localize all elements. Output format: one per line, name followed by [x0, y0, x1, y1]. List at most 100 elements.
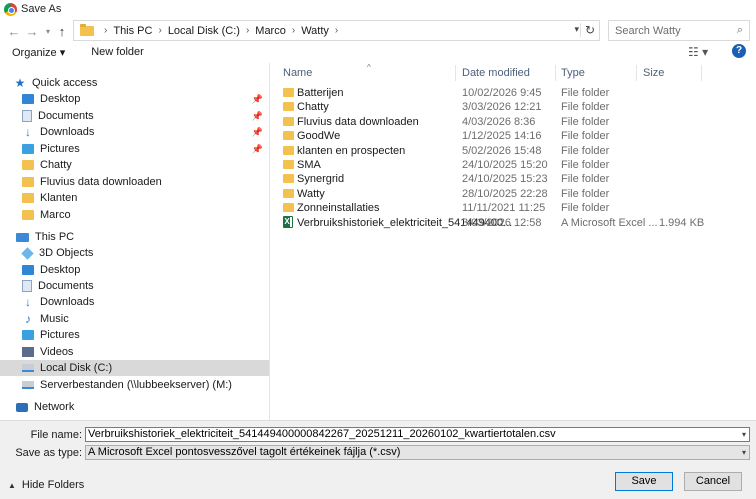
nav-item-pc-pictures[interactable]: Pictures: [0, 327, 269, 343]
column-divider[interactable]: [701, 65, 702, 81]
nav-item-3d-objects[interactable]: 3D Objects: [0, 245, 269, 261]
window-title: Save As: [21, 3, 62, 15]
navigation-pane: ★ Quick access Desktop 📌 Documents 📌 ↓ D…: [0, 63, 270, 420]
breadcrumb-this-pc[interactable]: This PC: [113, 25, 152, 37]
search-placeholder: Search Watty: [615, 24, 681, 37]
table-row[interactable]: GoodWe 1/12/2025 14:16 File folder: [271, 128, 756, 143]
table-row[interactable]: Batterijen 10/02/2026 9:45 File folder: [271, 85, 756, 100]
nav-quick-access[interactable]: ★ Quick access: [0, 75, 269, 91]
file-name-label: File name:: [30, 429, 82, 441]
nav-item-klanten[interactable]: Klanten: [0, 190, 269, 206]
column-header-size[interactable]: Size: [643, 67, 664, 79]
caret-up-icon: ▲: [8, 480, 16, 490]
nav-item-chatty[interactable]: Chatty: [0, 157, 269, 173]
cancel-button[interactable]: Cancel: [684, 472, 742, 491]
table-row[interactable]: Chatty 3/03/2026 12:21 File folder: [271, 99, 756, 114]
excel-file-icon: [283, 216, 293, 228]
search-input[interactable]: Search Watty ⌕: [608, 20, 750, 41]
folder-icon: [283, 88, 294, 97]
column-header-type[interactable]: Type: [561, 67, 585, 79]
table-row[interactable]: SMA 24/10/2025 15:20 File folder: [271, 157, 756, 172]
3d-objects-icon: [21, 246, 34, 260]
folder-icon: [283, 189, 294, 198]
address-bar[interactable]: › This PC › Local Disk (C:) › Marco › Wa…: [73, 20, 600, 41]
folder-icon: [80, 23, 94, 36]
folder-icon: [22, 193, 34, 203]
breadcrumb-watty[interactable]: Watty: [301, 25, 329, 37]
up-button[interactable]: ↑: [52, 21, 72, 41]
download-icon: ↓: [25, 295, 31, 309]
refresh-icon[interactable]: ↻: [579, 23, 595, 37]
chevron-down-icon[interactable]: ▾: [742, 428, 746, 441]
pin-icon: 📌: [251, 143, 263, 154]
title-bar: Save As: [0, 0, 756, 18]
nav-item-desktop[interactable]: Desktop 📌: [0, 91, 269, 107]
folder-icon: [22, 210, 34, 220]
folder-icon: [283, 160, 294, 169]
view-options-icon[interactable]: ☷ ▾: [688, 45, 708, 59]
hide-folders-button[interactable]: ▲ Hide Folders: [8, 479, 84, 491]
nav-item-documents[interactable]: Documents 📌: [0, 108, 269, 124]
new-folder-button[interactable]: New folder: [91, 46, 144, 58]
nav-item-marco[interactable]: Marco: [0, 207, 269, 223]
nav-item-pc-downloads[interactable]: ↓ Downloads: [0, 294, 269, 310]
save-as-type-label: Save as type:: [15, 447, 82, 459]
videos-icon: [22, 347, 34, 357]
star-icon: ★: [14, 76, 26, 90]
column-header-name[interactable]: Name: [283, 67, 312, 79]
sort-ascending-icon: ^: [367, 63, 371, 72]
folder-icon: [283, 102, 294, 111]
address-row: ← → ▾ ↑ › This PC › Local Disk (C:) › Ma…: [0, 20, 756, 42]
nav-item-videos[interactable]: Videos: [0, 344, 269, 360]
computer-icon: [16, 232, 29, 242]
table-row[interactable]: klanten en prospecten 5/02/2026 15:48 Fi…: [271, 143, 756, 158]
column-header-date[interactable]: Date modified: [462, 67, 530, 79]
nav-item-downloads[interactable]: ↓ Downloads 📌: [0, 124, 269, 140]
chevron-down-icon: ▾: [741, 448, 746, 457]
save-as-type-select[interactable]: A Microsoft Excel pontosvesszővel tagolt…: [85, 445, 750, 460]
table-row[interactable]: Watty 28/10/2025 22:28 File folder: [271, 186, 756, 201]
back-button[interactable]: ←: [4, 21, 24, 41]
folder-icon: [22, 160, 34, 170]
nav-this-pc[interactable]: This PC: [0, 229, 269, 245]
breadcrumb-marco[interactable]: Marco: [255, 25, 286, 37]
column-divider[interactable]: [636, 65, 637, 81]
pin-icon: 📌: [251, 110, 263, 121]
folder-icon: [283, 203, 294, 212]
pin-icon: 📌: [251, 126, 263, 137]
nav-item-local-disk[interactable]: Local Disk (C:): [0, 360, 269, 376]
folder-icon: [283, 174, 294, 183]
organize-button[interactable]: Organize ▾: [12, 46, 65, 59]
folder-icon: [283, 117, 294, 126]
column-divider[interactable]: [555, 65, 556, 81]
chevron-right-icon[interactable]: ›: [292, 25, 295, 36]
chevron-right-icon[interactable]: ›: [246, 25, 249, 36]
nav-network[interactable]: Network: [0, 399, 269, 415]
nav-item-fluvius[interactable]: Fluvius data downloaden: [0, 174, 269, 190]
nav-item-pc-documents[interactable]: Documents: [0, 278, 269, 294]
chevron-right-icon[interactable]: ›: [335, 25, 338, 36]
breadcrumb-local-disk[interactable]: Local Disk (C:): [168, 25, 240, 37]
table-row[interactable]: Synergrid 24/10/2025 15:23 File folder: [271, 171, 756, 186]
nav-item-pc-desktop[interactable]: Desktop: [0, 262, 269, 278]
network-drive-icon: [22, 381, 34, 389]
nav-item-serverbestanden[interactable]: Serverbestanden (\\lubbeekserver) (M:): [0, 377, 269, 393]
file-name-field[interactable]: Verbruikshistoriek_elektriciteit_5414494…: [85, 427, 750, 442]
nav-item-music[interactable]: ♪ Music: [0, 311, 269, 327]
command-bar: Organize ▾ New folder ☷ ▾ ?: [0, 42, 756, 62]
folder-icon: [283, 131, 294, 140]
save-panel: File name: Verbruikshistoriek_elektricit…: [0, 420, 756, 499]
help-icon[interactable]: ?: [732, 44, 746, 58]
table-row[interactable]: Fluvius data downloaden 4/03/2026 8:36 F…: [271, 114, 756, 129]
column-divider[interactable]: [455, 65, 456, 81]
save-button[interactable]: Save: [615, 472, 673, 491]
nav-item-pictures[interactable]: Pictures 📌: [0, 141, 269, 157]
pictures-icon: [22, 330, 34, 340]
address-dropdown-icon[interactable]: ▾: [574, 24, 579, 35]
table-row[interactable]: Zonneinstallaties 11/11/2021 11:25 File …: [271, 200, 756, 215]
desktop-icon: [22, 94, 34, 104]
folder-icon: [22, 177, 34, 187]
save-as-dialog: Save As ← → ▾ ↑ › This PC › Local Disk (…: [0, 0, 756, 499]
table-row[interactable]: Verbruikshistoriek_elektriciteit_5414494…: [271, 215, 756, 230]
chevron-right-icon[interactable]: ›: [158, 25, 161, 36]
